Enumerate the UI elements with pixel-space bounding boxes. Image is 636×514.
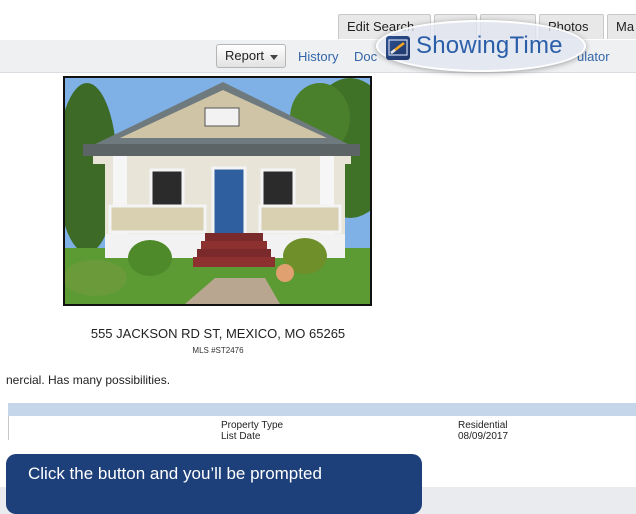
list-date-value: 08/09/2017 — [458, 431, 509, 442]
listing-address: 555 JACKSON RD ST, MEXICO, MO 65265 — [90, 326, 346, 341]
list-date-label: List Date — [221, 431, 261, 442]
property-type-label: Property Type — [221, 420, 284, 431]
mls-number: MLS #ST2476 — [192, 346, 244, 355]
instruction-tooltip: Click the button and you’ll be prompted — [6, 454, 422, 514]
showingtime-button[interactable]: ShowingTime — [376, 20, 586, 72]
report-dropdown-button[interactable]: Report — [216, 44, 286, 68]
report-button-label: Report — [225, 48, 265, 63]
listing-report-frame: Edit Search Photos Ma Report History Doc… — [0, 0, 636, 514]
showingtime-logo-icon — [386, 36, 410, 60]
tab-map[interactable]: Ma — [607, 14, 636, 39]
property-type-value: Residential — [458, 420, 508, 431]
listing-remarks: nercial. Has many possibilities. — [6, 373, 171, 387]
showingtime-label: ShowingTime — [416, 32, 563, 59]
history-link[interactable]: History — [298, 49, 338, 64]
property-details: Property Type Residential List Date 08/0… — [8, 416, 636, 442]
tooltip-text: Click the button and you’ll be prompted — [28, 464, 322, 483]
section-divider — [8, 403, 636, 416]
caret-down-icon — [270, 55, 278, 60]
property-photo — [63, 76, 372, 306]
documents-link[interactable]: Doc — [354, 49, 377, 64]
